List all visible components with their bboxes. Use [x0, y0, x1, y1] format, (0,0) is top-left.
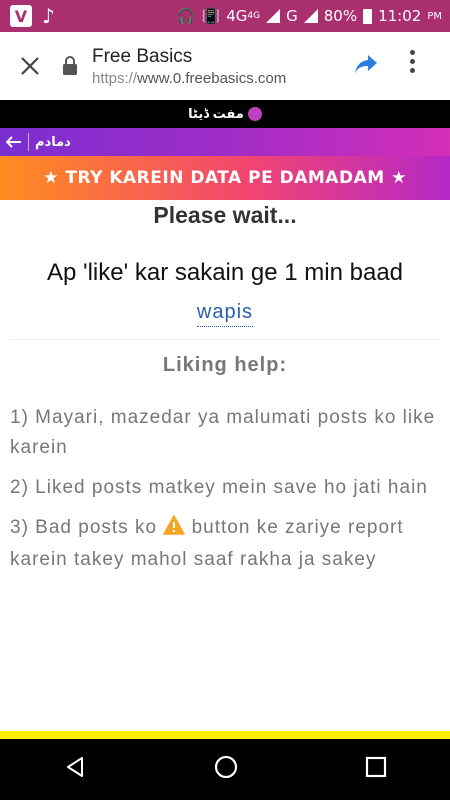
like-wait-message: Ap 'like' kar sakain ge 1 min baad — [46, 259, 404, 286]
signal-icon — [266, 9, 281, 23]
site-nav-bar: دمادم — [0, 128, 450, 156]
site-logo-link[interactable]: دمادم — [35, 134, 71, 150]
help-item-3: 3) Bad posts ko button ke zariye report … — [10, 515, 404, 570]
brand-name: مفت ڈیٹا — [188, 106, 244, 121]
help-item-2: 2) Liked posts matkey mein save ho jati … — [10, 477, 428, 498]
more-options-icon[interactable] — [410, 50, 415, 73]
browser-toolbar: Free Basics https://www.0.freebasics.com — [0, 32, 450, 100]
carrier-letter: G — [286, 7, 298, 25]
nav-divider — [28, 133, 29, 151]
close-icon[interactable] — [0, 56, 60, 76]
divider — [10, 339, 440, 340]
lock-icon — [60, 56, 80, 76]
signal-icon-2 — [303, 9, 318, 23]
warning-icon — [163, 515, 186, 545]
vibrate-icon: 📳 — [201, 7, 221, 25]
page-title: Free Basics — [92, 45, 193, 67]
brand-bar[interactable]: مفت ڈیٹا — [0, 100, 450, 128]
battery-percent: 80% — [323, 7, 358, 25]
clock-time: 11:02 — [378, 7, 422, 25]
help-item-1: 1) Mayari, mazedar ya malumati posts ko … — [10, 407, 436, 458]
network-type-small: 4G — [247, 11, 261, 21]
network-type: 4G — [226, 7, 248, 25]
back-icon[interactable] — [63, 755, 87, 784]
bottom-accent-line — [0, 731, 450, 739]
clock-suffix: PM — [427, 10, 442, 22]
page-url: https://www.0.freebasics.com — [92, 69, 287, 87]
android-nav-bar — [0, 739, 450, 800]
help-title: Liking help: — [162, 354, 288, 376]
please-wait-heading: Please wait... — [153, 202, 297, 228]
page-title-block[interactable]: Free Basics https://www.0.freebasics.com — [92, 46, 286, 87]
home-icon[interactable] — [213, 754, 239, 785]
help-list: 1) Mayari, mazedar ya malumati posts ko … — [10, 403, 440, 575]
vidmate-app-icon: V — [10, 5, 32, 27]
share-icon[interactable] — [354, 54, 378, 81]
brand-logo-icon — [247, 107, 262, 121]
music-note-icon: ♪ — [42, 4, 55, 28]
battery-icon — [363, 8, 373, 24]
promo-banner[interactable]: ★ TRY KAREIN DATA PE DAMADAM ★ — [0, 156, 450, 200]
wapis-link[interactable]: wapis — [196, 301, 254, 327]
main-content: Please wait... Ap 'like' kar sakain ge 1… — [0, 200, 450, 585]
back-arrow-icon[interactable] — [0, 132, 28, 153]
status-bar: V ♪ 🎧 📳 4G 4G G 80% 11:02 PM — [0, 0, 450, 32]
headset-icon: 🎧 — [176, 7, 196, 25]
recents-icon[interactable] — [365, 756, 387, 783]
